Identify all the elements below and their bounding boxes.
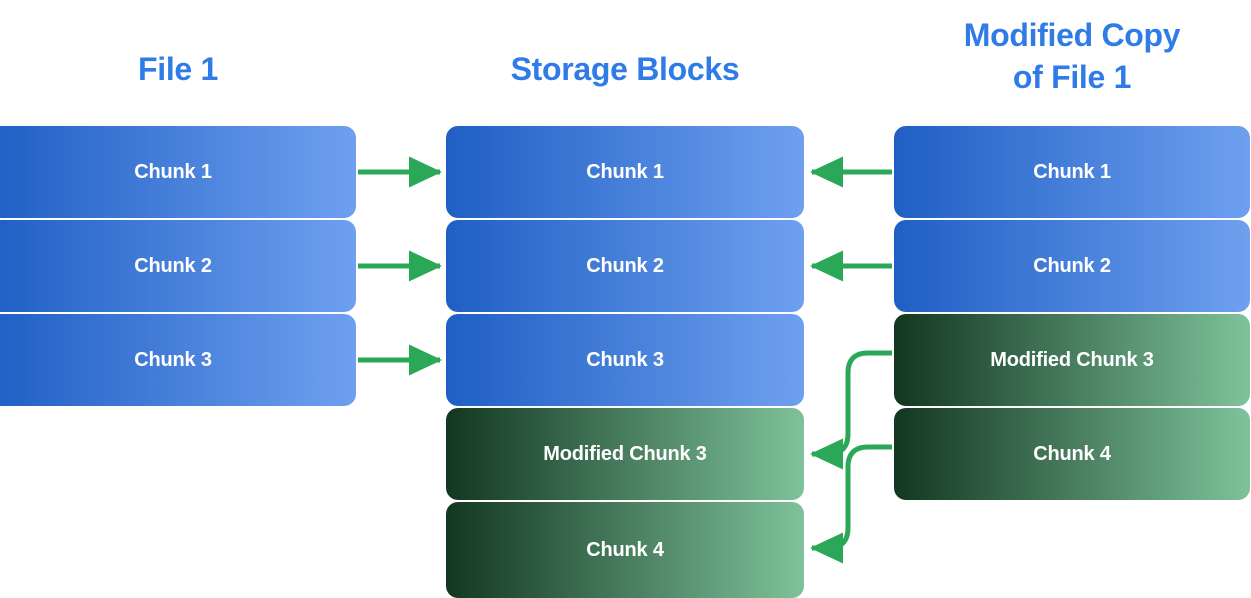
storage-block-modified-chunk-3[interactable]: Modified Chunk 3 bbox=[446, 408, 804, 500]
file1-block-chunk-2[interactable]: Chunk 2 bbox=[0, 220, 356, 312]
column-title-modified-copy-of-file1: Modified Copy of File 1 bbox=[963, 17, 1181, 96]
modified-copy-block-chunk-2[interactable]: Chunk 2 bbox=[894, 220, 1250, 312]
arrow-copy-chunk4-to-storage-chunk4 bbox=[809, 444, 892, 564]
storage-block-chunk-4[interactable]: Chunk 4 bbox=[446, 502, 804, 598]
file1-block-chunk-3[interactable]: Chunk 3 bbox=[0, 314, 356, 406]
column-title-storage-blocks: Storage Blocks bbox=[510, 51, 740, 87]
storage-block-chunk-3[interactable]: Chunk 3 bbox=[446, 314, 804, 406]
column-title-file1: File 1 bbox=[137, 51, 218, 87]
modified-copy-block-chunk-4[interactable]: Chunk 4 bbox=[894, 408, 1250, 500]
storage-block-chunk-1[interactable]: Chunk 1 bbox=[446, 126, 804, 218]
deduplication-diagram: File 1 Storage Blocks Modified Copy of F… bbox=[0, 0, 1251, 598]
file1-block-chunk-1[interactable]: Chunk 1 bbox=[0, 126, 356, 218]
modified-copy-block-chunk-1[interactable]: Chunk 1 bbox=[894, 126, 1250, 218]
modified-copy-block-modified-chunk-3[interactable]: Modified Chunk 3 bbox=[894, 314, 1250, 406]
storage-block-chunk-2[interactable]: Chunk 2 bbox=[446, 220, 804, 312]
arrow-copy-modified-chunk3-to-storage-modified-chunk3 bbox=[809, 350, 892, 470]
